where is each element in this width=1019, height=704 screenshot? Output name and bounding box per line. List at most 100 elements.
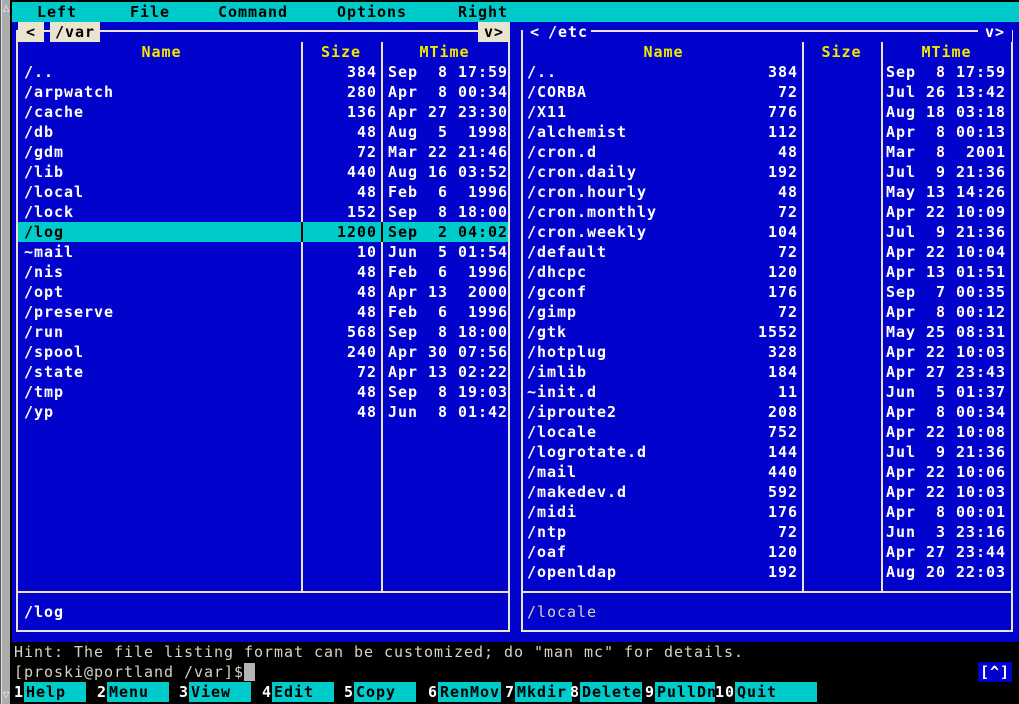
file-row[interactable]: /midi 176 Apr 8 00:01 [523,502,1011,522]
file-row[interactable]: /openldap 192 Aug 20 22:03 [523,562,1011,582]
file-name: /dhcpc [527,262,587,282]
file-name: /oaf [527,542,567,562]
file-row[interactable]: /ntp 72 Jun 3 23:16 [523,522,1011,542]
file-mtime: May 25 08:31 [886,322,1006,342]
file-mtime: Sep 2 04:02 [388,222,508,242]
text-cursor [244,663,255,681]
file-row[interactable]: /CORBA 72 Jul 26 13:42 [523,82,1011,102]
mini-status: /locale [527,602,597,622]
file-row[interactable]: ~init.d 11 Jun 5 01:37 [523,382,1011,402]
file-size: 176 [658,502,798,522]
function-key-bar: 1 Help 2 Menu 3 View 4 Edit 5 Copy 6 Ren… [12,682,1019,702]
function-key-label[interactable]: PullDn [655,682,715,702]
file-name: /cron.hourly [527,182,647,202]
file-row[interactable]: /gconf 176 Sep 7 00:35 [523,282,1011,302]
file-row[interactable]: /gimp 72 Apr 8 00:12 [523,302,1011,322]
function-key-number: 10 [715,682,735,702]
file-mtime: Aug 18 03:18 [886,102,1006,122]
file-size: 1552 [658,322,798,342]
column-header-name[interactable]: Name [525,42,802,62]
file-row[interactable]: /alchemist 112 Apr 8 00:13 [523,122,1011,142]
file-size: 184 [658,362,798,382]
file-name: /ntp [527,522,567,542]
file-name: /openldap [527,562,617,582]
terminal-scrollbar[interactable]: △ ▽ [0,0,12,704]
scroll-top-badge[interactable]: [^] [978,662,1012,682]
panel-path[interactable]: /etc [545,22,591,42]
file-mtime: Apr 27 23:44 [886,542,1006,562]
function-key-label[interactable]: Menu [107,682,169,702]
file-size: 192 [658,562,798,582]
file-mtime: Jul 9 21:36 [886,442,1006,462]
file-mtime: Jun 5 01:37 [886,382,1006,402]
function-key-label[interactable]: Quit [735,682,817,702]
column-header-mtime[interactable]: MTime [881,42,1012,62]
column-header-size[interactable]: Size [802,42,881,62]
file-row[interactable]: /.. 384 Sep 8 17:59 [523,62,1011,82]
function-key-label[interactable]: Edit [272,682,334,702]
file-size: 120 [658,542,798,562]
hint-line: Hint: The file listing format can be cus… [14,642,744,662]
file-size: 592 [658,482,798,502]
file-row[interactable]: /makedev.d 592 Apr 22 10:03 [523,482,1011,502]
panel-history-dropdown-button[interactable]: v> [978,22,1012,42]
file-row[interactable]: /imlib 184 Apr 27 23:43 [523,362,1011,382]
file-row[interactable]: /cron.monthly 72 Apr 22 10:09 [523,202,1011,222]
file-mtime: Apr 8 00:01 [886,502,1006,522]
file-size: 192 [658,162,798,182]
file-size: 328 [658,342,798,362]
file-mtime: Apr 8 00:12 [886,302,1006,322]
file-row[interactable]: /mail 440 Apr 22 10:06 [523,462,1011,482]
file-row[interactable]: /cron.weekly 104 Jul 9 21:36 [523,222,1011,242]
file-name: /alchemist [527,122,627,142]
file-name: /iproute2 [527,402,617,422]
file-size: 72 [658,302,798,322]
file-mtime: Apr 13 01:51 [886,262,1006,282]
file-name: /locale [527,422,597,442]
file-size: 440 [658,462,798,482]
file-row[interactable]: /hotplug 328 Apr 22 10:03 [523,342,1011,362]
file-row[interactable]: /cron.d 48 Mar 8 2001 [523,142,1011,162]
file-row[interactable]: /cron.hourly 48 May 13 14:26 [523,182,1011,202]
file-row[interactable]: /locale 752 Apr 22 10:08 [523,422,1011,442]
function-key-number: 7 [505,682,515,702]
scrollbar-up-arrow-icon[interactable]: △ [1,1,11,15]
function-key-label[interactable]: Mkdir [515,682,572,702]
file-row[interactable]: /gtk 1552 May 25 08:31 [523,322,1011,342]
file-row[interactable]: /logrotate.d 144 Jul 9 21:36 [523,442,1011,462]
file-size: 72 [658,82,798,102]
function-key-label[interactable]: Copy [354,682,416,702]
scrollbar-down-arrow-icon[interactable]: ▽ [1,688,11,702]
function-key-number: 2 [97,682,107,702]
file-row[interactable]: /dhcpc 120 Apr 13 01:51 [523,262,1011,282]
file-row[interactable]: /oaf 120 Apr 27 23:44 [523,542,1011,562]
file-name: /default [527,242,607,262]
file-size: 776 [658,102,798,122]
panel-history-back-button[interactable]: < [523,22,547,42]
midnight-commander: LeftFileCommandOptionsRight < /var v> Na… [12,0,1019,704]
file-name: /cron.monthly [527,202,657,222]
file-mtime: Apr 22 10:03 [886,342,1006,362]
file-row[interactable]: /cron.daily 192 Jul 9 21:36 [523,162,1011,182]
file-mtime: Apr 8 00:13 [886,122,1006,142]
file-size: 208 [658,402,798,422]
mini-status-divider [523,591,1011,593]
file-size: 120 [658,262,798,282]
file-row[interactable]: /default 72 Apr 22 10:04 [523,242,1011,262]
file-name: /hotplug [527,342,607,362]
function-key-label[interactable]: Help [24,682,86,702]
file-name: /gconf [527,282,587,302]
file-size: 112 [658,122,798,142]
file-mtime: Apr 22 10:08 [886,422,1006,442]
function-key-label[interactable]: View [189,682,251,702]
file-row[interactable]: /X11 776 Aug 18 03:18 [523,102,1011,122]
file-row[interactable]: /log 1200 Sep 2 04:02 [18,222,508,242]
function-key-label[interactable]: Delete [580,682,642,702]
function-key-number: 4 [262,682,272,702]
function-key-number: 8 [570,682,580,702]
file-row[interactable]: /iproute2 208 Apr 8 00:34 [523,402,1011,422]
file-name: /cron.daily [527,162,637,182]
function-key-label[interactable]: RenMov [438,682,501,702]
file-name: /midi [527,502,577,522]
command-line-prompt[interactable]: [proski@portland /var]$ [14,662,244,682]
